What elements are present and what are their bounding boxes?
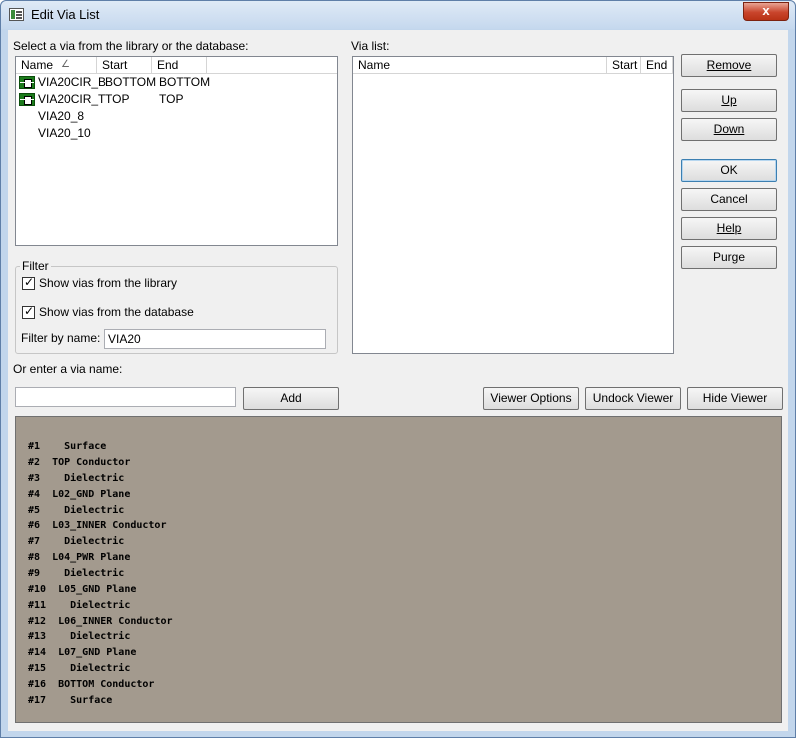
close-button[interactable]: x [743,2,789,21]
stackup-viewer[interactable]: #1 Surface #2 TOP Conductor #3 Dielectri… [15,416,782,723]
library-row-start: BOTTOM [105,75,157,89]
show-library-checkbox[interactable]: ✓ [22,275,35,290]
checkmark-icon: ✓ [24,275,35,289]
up-button-label: Up [721,93,737,107]
via-list-col-start[interactable]: Start [607,57,641,74]
via-list-col-name[interactable]: Name [353,57,607,74]
library-row-name: VIA20CIR_T [38,92,106,106]
library-list[interactable]: Name ∠ Start End VIA20CIR_B BOTTOM BOTTO… [15,56,338,246]
filter-by-name-label: Filter by name: [21,331,101,345]
title-bar[interactable]: Edit Via List x [1,1,795,29]
via-list-header: Name Start End [353,57,673,74]
stackup-layer: #9 Dielectric [28,568,125,579]
library-row-end: TOP [159,92,184,106]
library-col-name-label: Name [21,58,54,72]
filter-group-title: Filter [20,259,51,273]
library-col-start[interactable]: Start [97,57,152,74]
viewer-options-button[interactable]: Viewer Options [483,387,579,410]
via-list-label: Via list: [351,39,390,53]
filter-by-name-input[interactable]: VIA20 [104,329,326,349]
library-col-end[interactable]: End [152,57,207,74]
library-row-end: BOTTOM [159,75,211,89]
stackup-layer: #4 L02_GND Plane [28,489,131,500]
show-library-label[interactable]: Show vias from the library [39,276,177,290]
library-row-name: VIA20_8 [38,109,85,123]
remove-button[interactable]: Remove [681,54,777,77]
stackup-layer: #13 Dielectric [28,631,131,642]
library-list-header: Name ∠ Start End [16,57,337,74]
stackup-layer: #6 L03_INNER Conductor [28,520,167,531]
stackup-layer: #15 Dielectric [28,663,131,674]
via-list[interactable]: Name Start End [352,56,674,354]
show-database-checkbox[interactable]: ✓ [22,304,35,319]
remove-button-label: Remove [706,58,752,72]
edit-via-list-window: Edit Via List x Select a via from the li… [0,0,796,738]
dialog-client-area: Select a via from the library or the dat… [8,30,788,731]
stackup-layer: #8 L04_PWR Plane [28,552,131,563]
library-row-start: TOP [105,92,130,106]
stackup-layer: #1 Surface [28,441,107,452]
purge-button[interactable]: Purge [681,246,777,269]
library-row[interactable]: VIA20CIR_T TOP TOP [16,91,337,108]
stackup-layer: #3 Dielectric [28,473,125,484]
show-database-label[interactable]: Show vias from the database [39,305,194,319]
help-button[interactable]: Help [681,217,777,240]
stackup-layer: #5 Dielectric [28,505,125,516]
via-list-col-end[interactable]: End [641,57,673,74]
up-button[interactable]: Up [681,89,777,112]
cancel-button[interactable]: Cancel [681,188,777,211]
library-row[interactable]: VIA20_10 [16,125,337,142]
hide-viewer-button[interactable]: Hide Viewer [687,387,783,410]
library-label: Select a via from the library or the dat… [13,39,249,53]
undock-viewer-button[interactable]: Undock Viewer [585,387,681,410]
library-col-name[interactable]: Name ∠ [16,57,97,74]
stackup-layer: #14 L07_GND Plane [28,647,137,658]
library-row[interactable]: VIA20CIR_B BOTTOM BOTTOM [16,74,337,91]
down-button-label: Down [713,122,745,136]
via-icon [19,76,35,89]
down-button[interactable]: Down [681,118,777,141]
enter-via-label: Or enter a via name: [13,362,123,376]
stackup-layer: #2 TOP Conductor [28,457,131,468]
checkmark-icon: ✓ [24,304,35,318]
stackup-layer: #17 Surface [28,695,113,706]
library-row-name: VIA20_10 [38,126,91,140]
via-name-input[interactable] [15,387,236,407]
stackup-layer: #11 Dielectric [28,600,131,611]
stackup-layer: #7 Dielectric [28,536,125,547]
window-icon [9,8,24,21]
stackup-layer: #16 BOTTOM Conductor [28,679,155,690]
filter-group: Filter ✓ Show vias from the library ✓ Sh… [15,259,338,354]
sort-indicator-icon: ∠ [61,59,70,70]
window-title: Edit Via List [31,7,100,22]
stackup-layer: #10 L05_GND Plane [28,584,137,595]
library-row-name: VIA20CIR_B [38,75,107,89]
library-row[interactable]: VIA20_8 [16,108,337,125]
add-button[interactable]: Add [243,387,339,410]
ok-button[interactable]: OK [681,159,777,182]
stackup-layer: #12 L06_INNER Conductor [28,616,173,627]
help-button-label: Help [716,221,742,235]
via-icon [19,93,35,106]
